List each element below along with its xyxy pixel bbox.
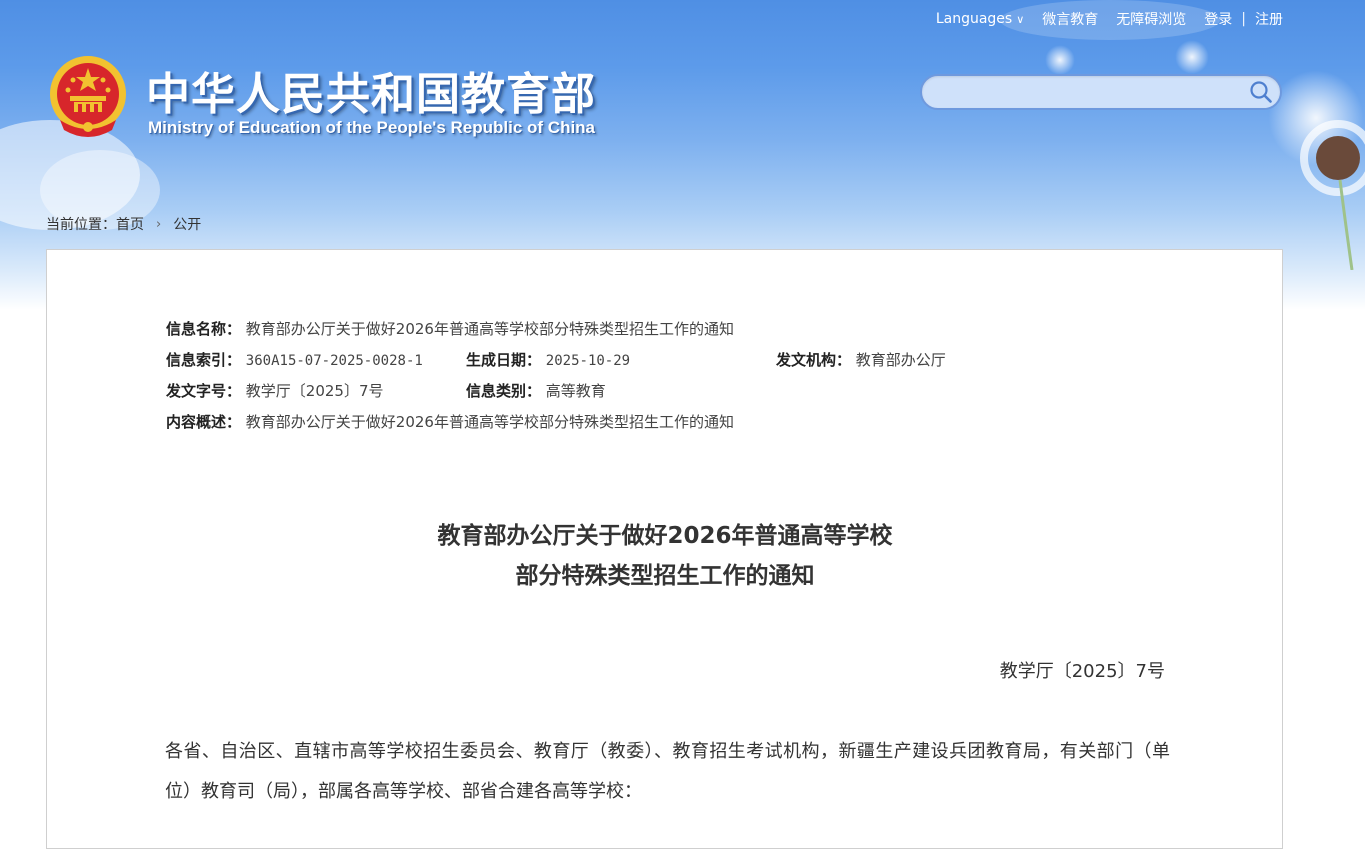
breadcrumb: 当前位置： 首页 › 公开 [46, 214, 201, 234]
breadcrumb-prefix: 当前位置： [46, 217, 116, 233]
search-box [920, 74, 1282, 110]
national-emblem-icon[interactable] [48, 54, 128, 140]
chevron-down-icon: ∨ [1016, 12, 1025, 26]
languages-label: Languages [935, 11, 1013, 27]
info-name-label: 信息名称： [166, 320, 242, 338]
summary-value: 教育部办公厅关于做好2026年普通高等学校部分特殊类型招生工作的通知 [245, 413, 734, 431]
index-value: 360A15-07-2025-0028-1 [245, 353, 423, 369]
breadcrumb-current-link[interactable]: 公开 [173, 214, 201, 234]
languages-dropdown[interactable]: Languages ∨ [936, 11, 1024, 27]
doc-no-label: 发文字号： [166, 382, 242, 400]
weiyan-education-link[interactable]: 微言教育 [1042, 9, 1098, 29]
category-label: 信息类别： [466, 382, 542, 400]
breadcrumb-home-link[interactable]: 首页 [116, 214, 144, 234]
document-meta: 信息名称： 教育部办公厅关于做好2026年普通高等学校部分特殊类型招生工作的通知… [166, 318, 946, 442]
document-title-line1: 教育部办公厅关于做好2026年普通高等学校 [437, 523, 893, 549]
meta-row-docno: 发文字号： 教学厅〔2025〕7号 信息类别： 高等教育 [166, 380, 734, 411]
document-title-line2: 部分特殊类型招生工作的通知 [515, 563, 815, 589]
dandelion-decoration [1045, 45, 1075, 75]
issuer-value: 教育部办公厅 [855, 351, 946, 369]
date-label: 生成日期： [466, 351, 542, 369]
search-input[interactable] [936, 76, 1240, 110]
link-separator: | [1241, 11, 1246, 27]
meta-row-name: 信息名称： 教育部办公厅关于做好2026年普通高等学校部分特殊类型招生工作的通知 [166, 318, 734, 349]
chevron-right-icon: › [156, 216, 162, 232]
site-title[interactable]: 中华人民共和国教育部 [146, 58, 596, 122]
document-number: 教学厅〔2025〕7号 [999, 661, 1165, 682]
top-links: Languages ∨ 微言教育 无障碍浏览 登录 | 注册 [936, 9, 1283, 29]
site-subtitle: Ministry of Education of the People's Re… [148, 118, 596, 137]
accessibility-link[interactable]: 无障碍浏览 [1116, 9, 1186, 29]
index-label: 信息索引： [166, 351, 242, 369]
meta-row-summary: 内容概述： 教育部办公厅关于做好2026年普通高等学校部分特殊类型招生工作的通知 [166, 411, 734, 442]
summary-label: 内容概述： [166, 413, 242, 431]
meta-row-index: 信息索引： 360A15-07-2025-0028-1 生成日期： 2025-1… [166, 349, 946, 380]
issuer-label: 发文机构： [776, 351, 852, 369]
document-title: 教育部办公厅关于做好2026年普通高等学校 部分特殊类型招生工作的通知 [0, 516, 1330, 596]
info-name-value: 教育部办公厅关于做好2026年普通高等学校部分特殊类型招生工作的通知 [245, 320, 734, 338]
category-value: 高等教育 [545, 382, 606, 400]
doc-no-value: 教学厅〔2025〕7号 [245, 382, 384, 400]
login-link[interactable]: 登录 [1204, 9, 1232, 29]
document-salutation: 各省、自治区、直辖市高等学校招生委员会、教育厅（教委）、教育招生考试机构，新疆生… [165, 741, 1170, 802]
date-value: 2025-10-29 [545, 353, 631, 369]
dandelion-flower-icon [1300, 120, 1365, 270]
register-link[interactable]: 注册 [1255, 9, 1283, 29]
search-icon[interactable] [1248, 79, 1274, 105]
dandelion-decoration [1175, 40, 1209, 74]
